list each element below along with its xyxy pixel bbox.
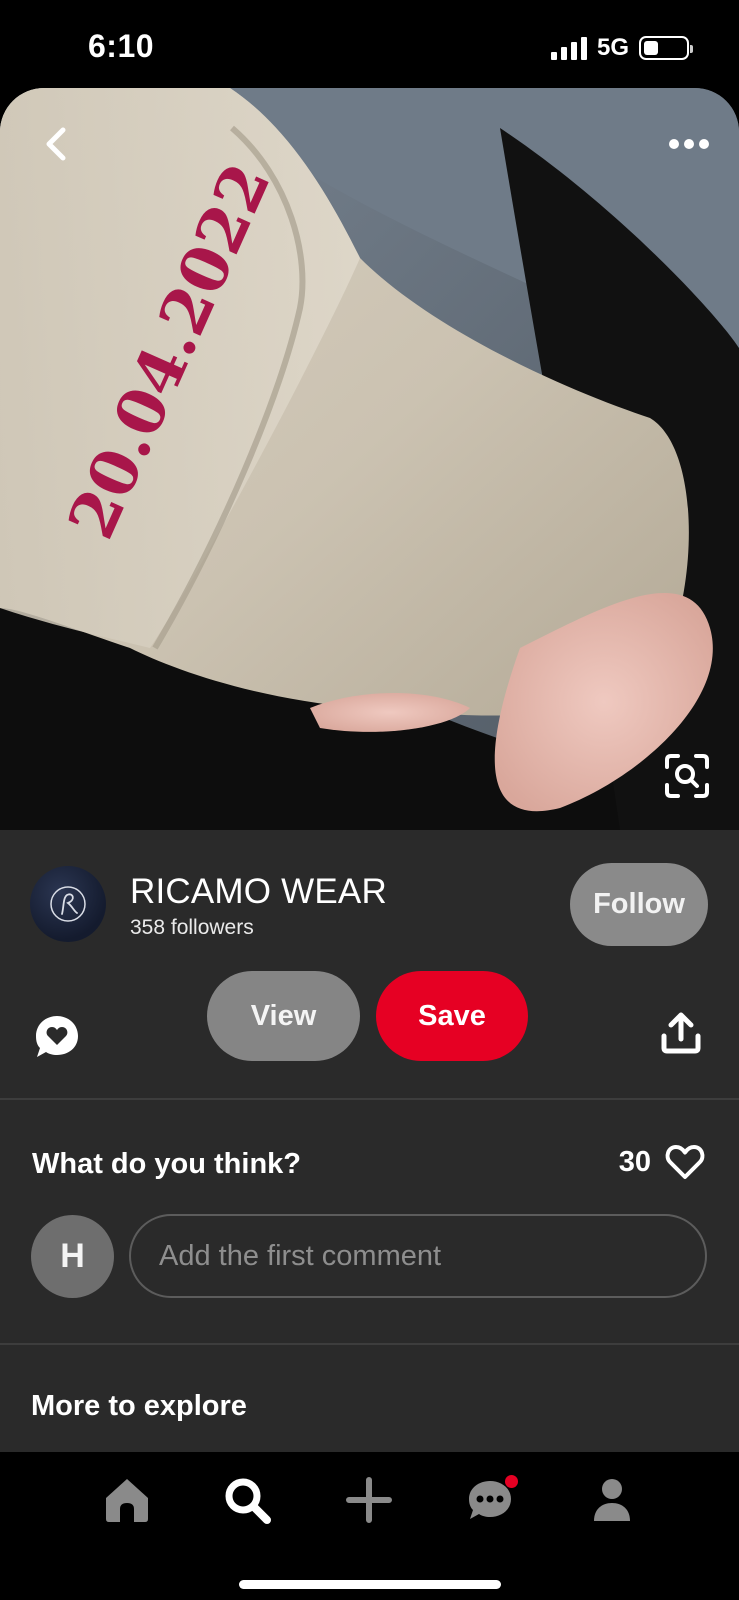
creator-logo-icon <box>50 886 86 922</box>
home-icon <box>106 1479 148 1522</box>
creator-row: RICAMO WEAR 358 followers Follow <box>0 830 739 980</box>
comment-heart-icon <box>36 1016 78 1057</box>
more-to-explore-heading: More to explore <box>31 1390 247 1422</box>
comment-reaction-button[interactable] <box>34 1014 80 1060</box>
comment-input[interactable] <box>129 1214 707 1298</box>
pin-image[interactable]: 20.04.2022 <box>0 88 739 830</box>
likes: 30 <box>619 1144 705 1180</box>
battery-level <box>644 41 658 55</box>
battery-icon <box>639 36 693 60</box>
search-icon <box>225 1478 271 1524</box>
nav-home[interactable] <box>97 1470 157 1530</box>
more-options-icon <box>669 139 709 149</box>
bottom-navigation <box>0 1452 739 1600</box>
visual-search-icon <box>665 754 709 798</box>
heart-icon[interactable] <box>665 1144 705 1180</box>
nav-messages[interactable] <box>460 1470 520 1530</box>
user-avatar: H <box>31 1215 114 1298</box>
like-count: 30 <box>618 1145 651 1178</box>
follow-button[interactable]: Follow <box>570 863 708 946</box>
visual-search-button[interactable] <box>659 748 715 804</box>
signal-icon <box>550 36 587 60</box>
profile-icon <box>594 1479 630 1521</box>
pin-details-panel: RICAMO WEAR 358 followers Follow View Sa… <box>0 830 739 1452</box>
divider <box>0 1098 739 1100</box>
save-button[interactable]: Save <box>376 971 528 1061</box>
divider <box>0 1343 739 1345</box>
share-icon <box>661 1012 701 1054</box>
back-chevron-icon <box>46 127 66 161</box>
nav-search[interactable] <box>217 1470 277 1530</box>
creator-followers: 358 followers <box>130 916 254 939</box>
nav-profile[interactable] <box>582 1470 642 1530</box>
create-icon <box>346 1477 392 1523</box>
nav-create[interactable] <box>339 1470 399 1530</box>
status-bar: 6:10 5G <box>0 0 739 92</box>
network-label: 5G <box>596 34 629 61</box>
view-button[interactable]: View <box>207 971 360 1061</box>
share-button[interactable] <box>660 1012 702 1054</box>
more-options-button[interactable] <box>661 128 717 160</box>
status-time: 6:10 <box>88 28 155 64</box>
notification-badge <box>505 1475 518 1488</box>
back-button[interactable] <box>30 118 82 170</box>
home-indicator[interactable] <box>239 1580 501 1589</box>
creator-avatar[interactable] <box>30 866 106 942</box>
status-indicators: 5G <box>550 34 693 62</box>
comments-heading: What do you think? <box>32 1148 302 1180</box>
pin-photo: 20.04.2022 <box>0 88 739 830</box>
creator-name[interactable]: RICAMO WEAR <box>130 872 387 912</box>
